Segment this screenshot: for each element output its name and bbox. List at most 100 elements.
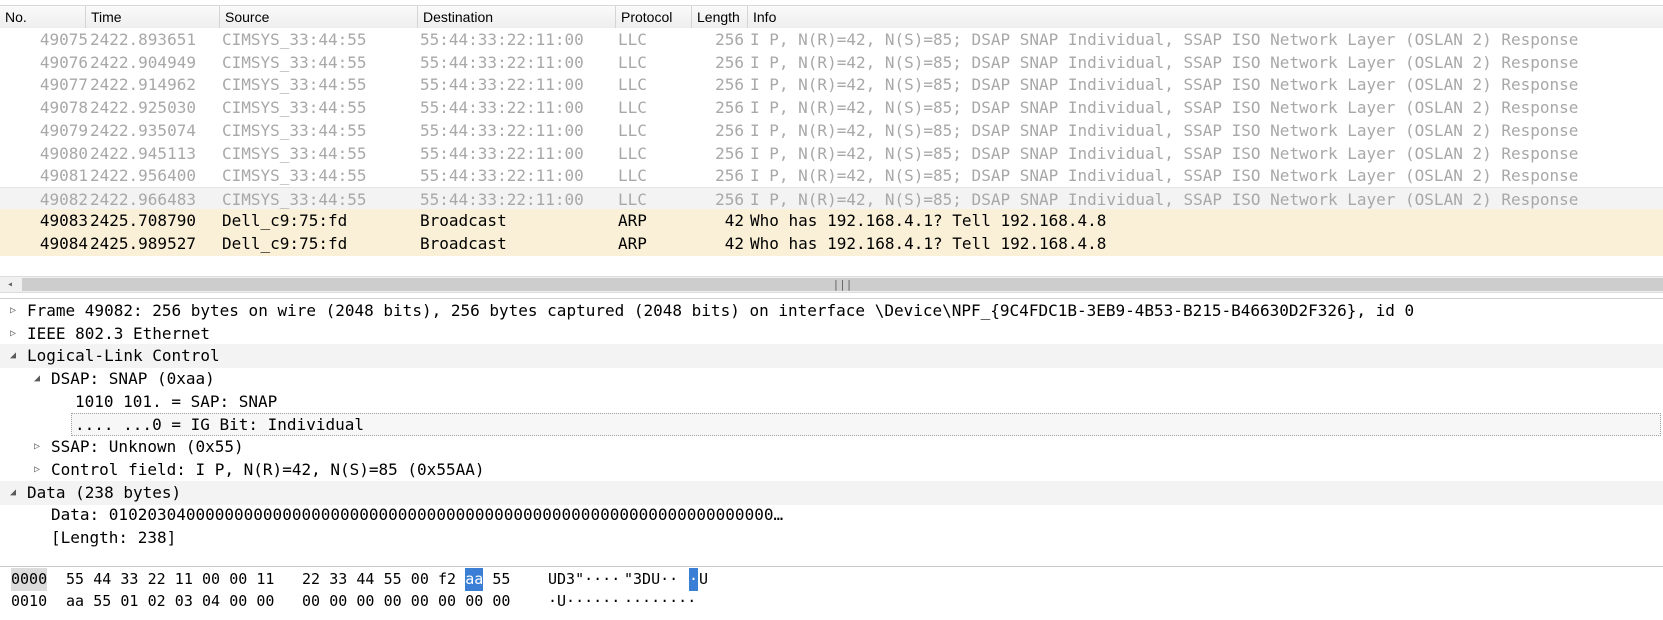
cell-time: 2425.989527 <box>90 234 196 253</box>
details-tree-item[interactable]: ▷ SSAP: Unknown (0x55) <box>0 435 1663 459</box>
column-header-destination[interactable]: Destination <box>418 6 616 28</box>
collapse-arrow-icon[interactable]: ◢ <box>6 344 20 368</box>
details-tree-item[interactable]: ▷ Frame 49082: 256 bytes on wire (2048 bi… <box>0 299 1663 323</box>
cell-no: 49078 <box>39 98 88 117</box>
hex-byte[interactable]: 00 <box>411 590 429 613</box>
hex-byte[interactable]: 01 <box>120 590 138 613</box>
hex-offset: 0010 <box>11 592 48 610</box>
hex-byte[interactable]: 44 <box>93 568 111 591</box>
hex-byte[interactable]: 55 <box>93 590 111 613</box>
scrollbar-grip-icon: ||| <box>832 278 853 291</box>
scroll-left-arrow-icon[interactable]: ◂ <box>0 277 20 292</box>
hex-byte[interactable]: 02 <box>148 590 166 613</box>
hex-byte[interactable]: 00 <box>229 568 247 591</box>
packet-row[interactable]: 49077 2422.914962 CIMSYS_33:44:55 55:44:33:… <box>0 73 1663 97</box>
details-tree-item-text: 1010 101. = SAP: SNAP <box>75 391 278 411</box>
hex-byte[interactable]: 00 <box>356 590 374 613</box>
cell-time: 2422.893651 <box>90 30 196 49</box>
hex-byte[interactable]: 00 <box>329 590 347 613</box>
details-tree-item[interactable]: ◢ Logical-Link Control <box>0 344 1663 369</box>
details-tree-item-text: IEEE 802.3 Ethernet <box>27 323 211 343</box>
hex-byte[interactable]: 55 <box>384 568 402 591</box>
hex-byte[interactable]: 55 <box>66 568 84 591</box>
packet-list-horizontal-scrollbar[interactable]: ◂ ||| <box>0 276 1663 293</box>
hex-byte[interactable]: 22 <box>302 568 320 591</box>
details-tree-item[interactable]: [Length: 238] <box>0 526 1663 550</box>
packet-row[interactable]: 49082 2422.966483 CIMSYS_33:44:55 55:44:33:… <box>0 187 1663 211</box>
details-tree-item[interactable]: Data: 0102030400000000000000000000000000… <box>0 503 1663 527</box>
cell-protocol: LLC <box>618 121 647 140</box>
hex-byte[interactable]: 04 <box>202 590 220 613</box>
hex-byte[interactable]: 11 <box>175 568 193 591</box>
details-tree-item-text: .... ...0 = IG Bit: Individual <box>75 414 364 434</box>
hex-byte[interactable]: 00 <box>465 590 483 613</box>
hex-byte[interactable]: 00 <box>202 568 220 591</box>
cell-no: 49075 <box>39 30 88 49</box>
hex-byte[interactable]: 44 <box>356 568 374 591</box>
hex-byte[interactable]: 11 <box>256 568 274 591</box>
expand-arrow-icon[interactable]: ▷ <box>6 299 20 323</box>
packet-row[interactable]: 49075 2422.893651 CIMSYS_33:44:55 55:44:33:… <box>0 28 1663 52</box>
packet-row[interactable]: 49083 2425.708790 Dell_c9:75:fd Broadcast AR… <box>0 209 1663 233</box>
hex-byte[interactable]: 00 <box>438 590 456 613</box>
packet-row[interactable]: 49084 2425.989527 Dell_c9:75:fd Broadcast AR… <box>0 232 1663 256</box>
details-tree-item[interactable]: ◢ DSAP: SNAP (0xaa) <box>0 367 1663 391</box>
hex-byte[interactable]: 33 <box>120 568 138 591</box>
hex-byte-selected[interactable]: aa <box>465 568 484 591</box>
cell-no: 49081 <box>39 166 88 185</box>
hex-byte[interactable]: 22 <box>148 568 166 591</box>
cell-length: 256 <box>715 98 744 117</box>
details-tree-item[interactable]: 1010 101. = SAP: SNAP <box>0 390 1663 414</box>
column-header-info[interactable]: Info <box>748 6 1663 28</box>
hex-byte[interactable]: 00 <box>302 590 320 613</box>
cell-no: 49076 <box>39 53 88 72</box>
hex-dump-line[interactable]: 0000 55 44 33 22 11 00 00 11 22 33 44 55 00 f2 aa 55 UD3"… <box>0 568 1663 591</box>
packet-list[interactable]: No. Time Source Destination Protocol Len… <box>0 0 1663 276</box>
hex-byte[interactable]: 00 <box>229 590 247 613</box>
hex-byte[interactable]: 55 <box>492 568 510 591</box>
packet-row[interactable]: 49081 2422.956400 CIMSYS_33:44:55 55:44:33:… <box>0 164 1663 188</box>
hex-byte[interactable]: 33 <box>329 568 347 591</box>
collapse-arrow-icon[interactable]: ◢ <box>6 481 20 505</box>
packet-details-tree[interactable]: ▷ Frame 49082: 256 bytes on wire (2048 bi… <box>0 298 1663 561</box>
cell-protocol: LLC <box>618 144 647 163</box>
column-header-length[interactable]: Length <box>692 6 748 28</box>
expand-arrow-icon[interactable]: ▷ <box>30 435 44 459</box>
cell-info: I P, N(R)=42, N(S)=85; DSAP SNAP Individ… <box>750 121 1579 140</box>
column-header-protocol[interactable]: Protocol <box>616 6 692 28</box>
packet-row[interactable]: 49076 2422.904949 CIMSYS_33:44:55 55:44:33:… <box>0 51 1663 75</box>
hex-dump-line[interactable]: 0010 aa 55 01 02 03 04 00 00 00 00 00 00 00 00 00 00 ·U··… <box>0 590 1663 613</box>
collapse-arrow-icon[interactable]: ◢ <box>30 367 44 391</box>
details-tree-item[interactable]: ▷ IEEE 802.3 Ethernet <box>0 322 1663 346</box>
cell-length: 256 <box>715 30 744 49</box>
hex-byte[interactable]: 00 <box>256 590 274 613</box>
hex-byte[interactable]: aa <box>66 590 84 613</box>
cell-source: CIMSYS_33:44:55 <box>222 166 367 185</box>
expand-arrow-icon[interactable]: ▷ <box>30 458 44 482</box>
cell-time: 2422.914962 <box>90 75 196 94</box>
column-header-time[interactable]: Time <box>86 6 220 28</box>
cell-protocol: LLC <box>618 53 647 72</box>
packet-bytes-pane[interactable]: 0000 55 44 33 22 11 00 00 11 22 33 44 55 00 f2 aa 55 UD3"… <box>0 566 1663 620</box>
scrollbar-thumb[interactable]: ||| <box>22 278 1663 291</box>
expand-arrow-icon[interactable]: ▷ <box>6 322 20 346</box>
cell-no: 49080 <box>39 144 88 163</box>
column-header-no[interactable]: No. <box>0 6 86 28</box>
packet-row[interactable]: 49079 2422.935074 CIMSYS_33:44:55 55:44:33:… <box>0 119 1663 143</box>
packet-row[interactable]: 49078 2422.925030 CIMSYS_33:44:55 55:44:33:… <box>0 96 1663 120</box>
hex-byte[interactable]: 00 <box>384 590 402 613</box>
hex-byte[interactable]: 00 <box>492 590 510 613</box>
details-tree-item-text: Data (238 bytes) <box>27 482 182 502</box>
cell-destination: 55:44:33:22:11:00 <box>420 53 584 72</box>
column-header-source[interactable]: Source <box>220 6 418 28</box>
details-tree-item[interactable]: .... ...0 = IG Bit: Individual <box>0 412 1663 437</box>
hex-byte[interactable]: 00 <box>411 568 429 591</box>
cell-protocol: LLC <box>618 166 647 185</box>
cell-length: 256 <box>715 121 744 140</box>
cell-source: CIMSYS_33:44:55 <box>222 53 367 72</box>
details-tree-item[interactable]: ◢ Data (238 bytes) <box>0 480 1663 505</box>
packet-row[interactable]: 49080 2422.945113 CIMSYS_33:44:55 55:44:33:… <box>0 142 1663 166</box>
hex-byte[interactable]: f2 <box>438 568 456 591</box>
hex-byte[interactable]: 03 <box>175 590 193 613</box>
details-tree-item[interactable]: ▷ Control field: I P, N(R)=42, N(S)=85 (0… <box>0 458 1663 482</box>
